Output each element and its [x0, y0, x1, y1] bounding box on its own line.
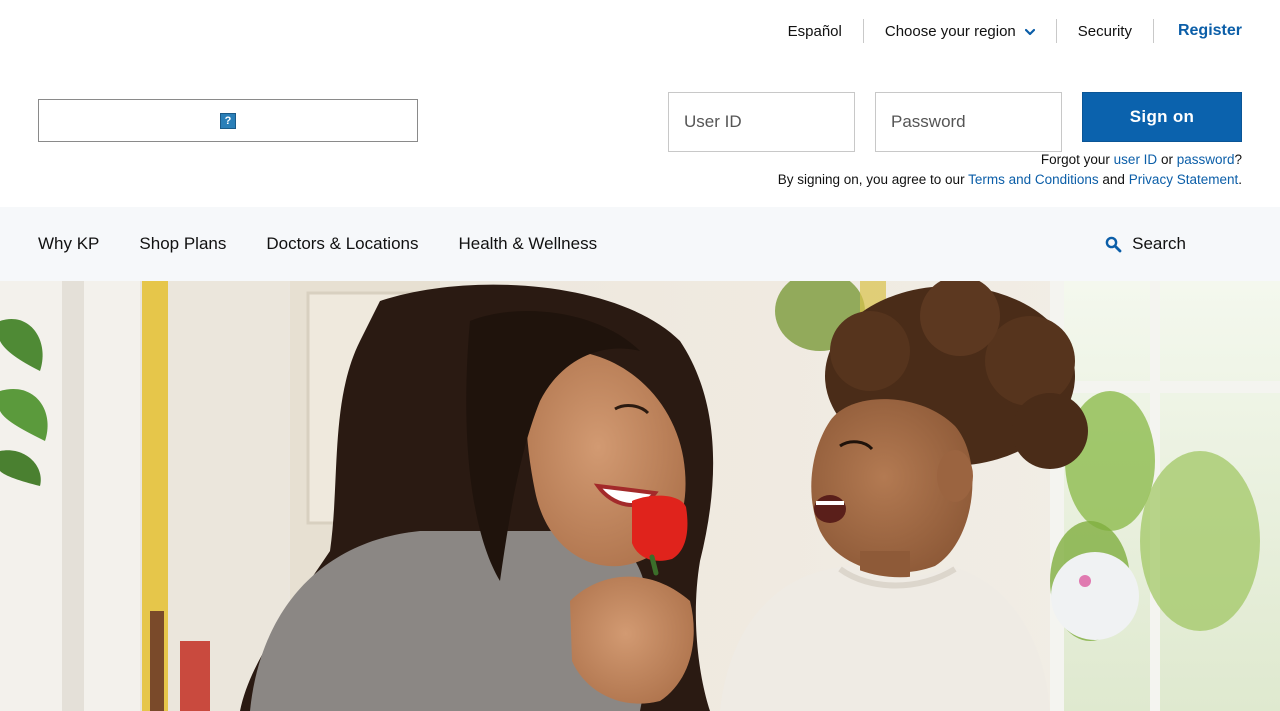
terms-agreement-text: By signing on, you agree to our Terms an…	[778, 172, 1242, 187]
search-icon	[1105, 236, 1122, 252]
forgot-credentials-text: Forgot your user ID or password?	[1041, 152, 1242, 167]
hero-image	[0, 281, 1280, 711]
forgot-user-id-link[interactable]: user ID	[1114, 152, 1158, 167]
region-selector[interactable]: Choose your region	[862, 19, 1056, 43]
broken-image-icon: ?	[220, 112, 236, 129]
security-label: Security	[1077, 22, 1132, 40]
password-input[interactable]	[875, 92, 1062, 152]
hero-photo-illustration	[0, 281, 1280, 711]
forgot-prefix: Forgot your	[1040, 152, 1114, 167]
sign-on-button[interactable]: Sign on	[1082, 92, 1242, 142]
chevron-down-icon	[1024, 28, 1035, 36]
forgot-password-link[interactable]: password	[1177, 152, 1235, 167]
security-link[interactable]: Security	[1055, 19, 1153, 43]
agree-prefix: By signing on, you agree to our	[777, 172, 969, 187]
logo-link[interactable]: ?	[38, 99, 418, 142]
search-button[interactable]: Search	[1105, 207, 1186, 281]
espanol-label: Español	[787, 22, 842, 40]
utility-nav: Español Choose your region Security Regi…	[767, 18, 1242, 44]
region-label: Choose your region	[884, 22, 1016, 40]
espanol-link[interactable]: Español	[767, 19, 863, 43]
agree-and: and	[1098, 172, 1129, 187]
privacy-link[interactable]: Privacy Statement	[1129, 172, 1239, 187]
nav-why-kp[interactable]: Why KP	[38, 234, 99, 254]
agree-suffix: .	[1238, 172, 1242, 187]
search-label: Search	[1132, 234, 1186, 253]
nav-doctors-locations[interactable]: Doctors & Locations	[266, 234, 418, 254]
forgot-suffix: ?	[1234, 152, 1242, 167]
nav-health-wellness[interactable]: Health & Wellness	[459, 234, 598, 254]
forgot-or: or	[1157, 152, 1177, 167]
nav-shop-plans[interactable]: Shop Plans	[139, 234, 226, 254]
register-label: Register	[1177, 22, 1242, 39]
register-link[interactable]: Register	[1152, 19, 1242, 43]
user-id-input[interactable]	[668, 92, 855, 152]
main-nav: Why KP Shop Plans Doctors & Locations He…	[0, 207, 1280, 281]
terms-link[interactable]: Terms and Conditions	[968, 172, 1099, 187]
